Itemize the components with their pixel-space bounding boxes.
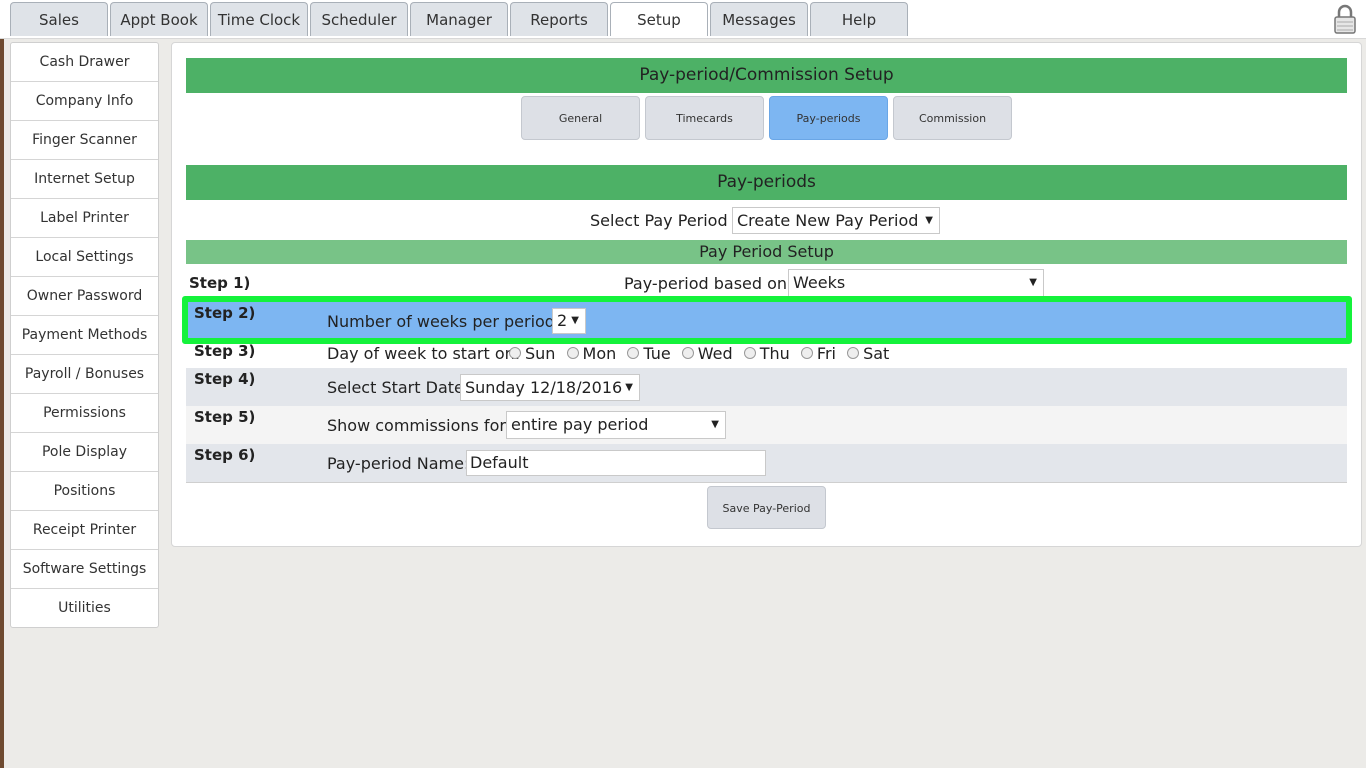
pay-period-name-input[interactable]: Default <box>466 450 766 476</box>
tab-messages[interactable]: Messages <box>710 2 808 36</box>
sidebar-item-company-info[interactable]: Company Info <box>11 82 158 121</box>
tab-appt-book[interactable]: Appt Book <box>110 2 208 36</box>
step-5-label: Step 5) <box>194 408 256 426</box>
tab-sales[interactable]: Sales <box>10 2 108 36</box>
lock-icon[interactable] <box>1333 4 1357 34</box>
subtab-pay-periods[interactable]: Pay-periods <box>769 96 888 140</box>
step-6-label: Step 6) <box>194 446 256 464</box>
day-tue-label: Tue <box>643 344 671 363</box>
pay-period-basis-value: Weeks <box>793 273 846 292</box>
pay-period-name-label: Pay-period Name: <box>327 454 470 473</box>
tab-time-clock[interactable]: Time Clock <box>210 2 308 36</box>
step-2-label: Step 2) <box>194 304 256 322</box>
sidebar-item-positions[interactable]: Positions <box>11 472 158 511</box>
section-title: Pay-periods <box>186 165 1347 200</box>
sidebar-item-payroll-bonuses[interactable]: Payroll / Bonuses <box>11 355 158 394</box>
radio-thu[interactable] <box>743 347 756 359</box>
save-pay-period-button[interactable]: Save Pay-Period <box>707 486 826 529</box>
tab-help[interactable]: Help <box>810 2 908 36</box>
radio-fri[interactable] <box>800 347 813 359</box>
chevron-down-icon: ▼ <box>711 419 719 430</box>
sidebar-item-owner-password[interactable]: Owner Password <box>11 277 158 316</box>
radio-wed[interactable] <box>681 347 694 359</box>
chevron-down-icon: ▼ <box>1029 277 1037 288</box>
sidebar-item-receipt-printer[interactable]: Receipt Printer <box>11 511 158 550</box>
start-day-radio-group: Sun Mon Tue Wed Thu Fri Sat <box>509 344 895 363</box>
sidebar-item-local-settings[interactable]: Local Settings <box>11 238 158 277</box>
show-commissions-label: Show commissions for: <box>327 416 512 435</box>
subtab-commission[interactable]: Commission <box>893 96 1012 140</box>
pay-period-basis-dropdown[interactable]: Weeks ▼ <box>788 269 1044 297</box>
tab-setup[interactable]: Setup <box>610 2 708 36</box>
day-sun-label: Sun <box>525 344 556 363</box>
day-mon-label: Mon <box>582 344 617 363</box>
step-3-label: Step 3) <box>194 342 256 360</box>
tab-manager[interactable]: Manager <box>410 2 508 36</box>
day-fri-label: Fri <box>816 344 836 363</box>
page-title: Pay-period/Commission Setup <box>186 58 1347 93</box>
select-pay-period-value: Create New Pay Period <box>737 211 919 230</box>
radio-tue[interactable] <box>627 347 640 359</box>
step-1-label: Step 1) <box>189 274 251 292</box>
pay-period-basis-label: Pay-period based on: <box>624 274 793 293</box>
start-date-label: Select Start Date: <box>327 378 470 397</box>
sidebar-item-software-settings[interactable]: Software Settings <box>11 550 158 589</box>
day-thu-label: Thu <box>759 344 790 363</box>
weeks-per-period-label: Number of weeks per period: <box>327 312 561 331</box>
sidebar-item-payment-methods[interactable]: Payment Methods <box>11 316 158 355</box>
step-4-label: Step 4) <box>194 370 256 388</box>
tab-reports[interactable]: Reports <box>510 2 608 36</box>
select-pay-period-dropdown[interactable]: Create New Pay Period ▼ <box>732 207 940 234</box>
weeks-per-period-dropdown[interactable]: 2 ▼ <box>552 308 586 334</box>
tab-scheduler[interactable]: Scheduler <box>310 2 408 36</box>
radio-mon[interactable] <box>566 347 579 359</box>
sidebar-item-finger-scanner[interactable]: Finger Scanner <box>11 121 158 160</box>
weeks-per-period-value: 2 <box>557 311 568 330</box>
start-day-label: Day of week to start on: <box>327 344 521 363</box>
select-pay-period-label: Select Pay Period : <box>590 211 739 230</box>
sidebar-item-permissions[interactable]: Permissions <box>11 394 158 433</box>
chevron-down-icon: ▼ <box>571 315 579 326</box>
start-date-dropdown[interactable]: Sunday 12/18/2016 ▼ <box>460 374 640 401</box>
radio-sat[interactable] <box>847 347 860 359</box>
show-commissions-value: entire pay period <box>511 415 649 434</box>
sidebar-item-pole-display[interactable]: Pole Display <box>11 433 158 472</box>
start-date-value: Sunday 12/18/2016 <box>465 378 623 397</box>
day-sat-label: Sat <box>863 344 890 363</box>
pay-period-setup-header: Pay Period Setup <box>186 240 1347 264</box>
sidebar-item-internet-setup[interactable]: Internet Setup <box>11 160 158 199</box>
sidebar-item-utilities[interactable]: Utilities <box>11 589 158 627</box>
chevron-down-icon: ▼ <box>625 382 633 393</box>
subtab-general[interactable]: General <box>521 96 640 140</box>
setup-sidebar: Cash Drawer Company Info Finger Scanner … <box>10 42 159 628</box>
radio-sun[interactable] <box>509 347 521 359</box>
subtab-timecards[interactable]: Timecards <box>645 96 764 140</box>
day-wed-label: Wed <box>697 344 733 363</box>
top-nav: Sales Appt Book Time Clock Scheduler Man… <box>0 0 1366 39</box>
sidebar-item-label-printer[interactable]: Label Printer <box>11 199 158 238</box>
show-commissions-dropdown[interactable]: entire pay period ▼ <box>506 411 726 439</box>
chevron-down-icon: ▼ <box>925 215 933 226</box>
window-edge <box>0 0 4 768</box>
sidebar-item-cash-drawer[interactable]: Cash Drawer <box>11 43 158 82</box>
